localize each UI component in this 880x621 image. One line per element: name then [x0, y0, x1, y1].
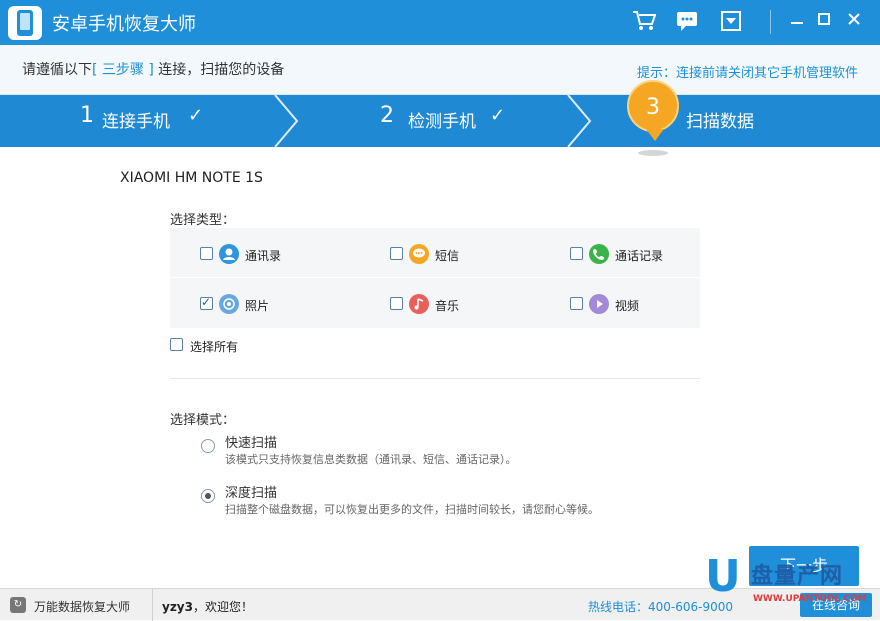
select-all-label: 选择所有 — [190, 340, 239, 354]
sms-label: 短信 — [435, 249, 460, 263]
step-1: 1 连接手机 ✓ — [80, 103, 204, 132]
call-log-label: 通话记录 — [615, 249, 664, 263]
minimize-icon[interactable] — [785, 10, 809, 34]
menu-dropdown-icon[interactable] — [719, 10, 743, 34]
step-3-badge: 3 — [627, 80, 679, 141]
music-icon — [409, 294, 429, 314]
call-log-checkbox[interactable] — [570, 247, 583, 260]
step-3-label: 扫描数据 — [686, 112, 754, 132]
deep-scan-radio[interactable] — [201, 489, 215, 503]
select-mode-label: 选择模式： — [170, 413, 236, 428]
check-icon: ✓ — [490, 105, 506, 126]
cart-icon[interactable] — [632, 10, 657, 34]
video-icon — [589, 294, 609, 314]
tip-text: 提示：连接前请关闭其它手机管理软件 — [636, 66, 858, 81]
step-2: 2 检测手机 ✓ — [380, 103, 506, 132]
user-name: yzy3 — [162, 600, 193, 614]
video-checkbox[interactable] — [570, 297, 583, 310]
three-steps-highlight: [ 三步骤 ] — [92, 62, 154, 78]
quick-scan-radio[interactable] — [201, 439, 215, 453]
close-icon[interactable] — [842, 10, 866, 34]
music-checkbox[interactable] — [390, 297, 403, 310]
hint-bar: 请遵循以下[ 三步骤 ] 连接，扫描您的设备 提示：连接前请关闭其它手机管理软件 — [0, 45, 880, 95]
contacts-checkbox[interactable] — [200, 247, 213, 260]
music-label: 音乐 — [435, 299, 460, 313]
photo-label: 照片 — [245, 299, 270, 313]
select-all-checkbox[interactable] — [170, 338, 183, 351]
device-name: XIAOMI HM NOTE 1S — [120, 170, 263, 186]
app-title: 安卓手机恢复大师 — [52, 14, 196, 35]
contacts-label: 通讯录 — [245, 249, 282, 263]
divider — [170, 378, 700, 379]
quick-scan-title: 快速扫描 — [225, 436, 278, 451]
recovery-app-icon[interactable]: ↻ — [10, 597, 26, 613]
select-type-label: 选择类型： — [170, 213, 236, 228]
step-1-label: 连接手机 — [102, 112, 170, 132]
recovery-app-link[interactable]: 万能数据恢复大师 — [34, 598, 130, 615]
types-panel: 通讯录 短信 通话记录 照片 音乐 视频 — [170, 228, 700, 328]
instructions-text: 请遵循以下[ 三步骤 ] 连接，扫描您的设备 — [22, 62, 285, 78]
watermark-logo: U 盘量产网 WWW.UPANTOOL.COM — [705, 551, 867, 605]
quick-scan-desc: 该模式只支持恢复信息类数据（通讯录、短信、通话记录）。 — [225, 453, 517, 466]
step-2-label: 检测手机 — [408, 112, 476, 132]
call-log-icon — [589, 244, 609, 264]
badge-shadow — [638, 150, 668, 156]
sms-icon — [409, 244, 429, 264]
deep-scan-desc: 扫描整个磁盘数据，可以恢复出更多的文件，扫描时间较长，请您耐心等候。 — [225, 503, 599, 516]
photo-icon — [219, 294, 239, 314]
title-bar: 安卓手机恢复大师 — [0, 0, 880, 45]
app-logo-icon — [8, 6, 42, 40]
video-label: 视频 — [615, 299, 640, 313]
title-separator — [770, 10, 771, 34]
chat-icon[interactable] — [675, 10, 699, 34]
check-icon: ✓ — [188, 105, 204, 126]
contacts-icon — [219, 244, 239, 264]
photo-checkbox[interactable] — [200, 295, 213, 310]
welcome-text: yzy3，欢迎您！ — [162, 600, 253, 614]
sms-checkbox[interactable] — [390, 247, 403, 260]
maximize-icon[interactable] — [812, 10, 836, 34]
deep-scan-title: 深度扫描 — [225, 486, 278, 501]
steps-bar: 1 连接手机 ✓ 2 检测手机 ✓ 扫描数据 — [0, 95, 880, 147]
